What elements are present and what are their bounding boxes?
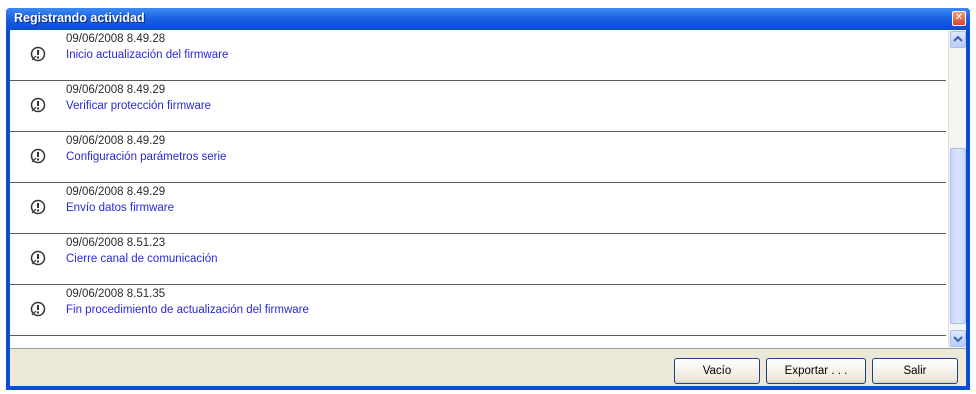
close-icon: ✕ <box>954 12 964 23</box>
exportar-button[interactable]: Exportar . . . <box>766 358 866 384</box>
log-entry[interactable]: 09/06/2008 8.49.29 Envío datos firmware <box>10 183 946 234</box>
log-timestamp: 09/06/2008 8.49.29 <box>66 135 166 147</box>
log-entry[interactable]: 09/06/2008 8.51.23 Cierre canal de comuni… <box>10 234 946 285</box>
close-button[interactable]: ✕ <box>952 11 966 26</box>
info-icon <box>30 250 46 266</box>
scroll-down-button[interactable] <box>950 330 966 347</box>
chevron-down-icon <box>953 336 963 343</box>
log-message: Verificar protección firmware <box>66 100 212 112</box>
log-message: Cierre canal de comunicación <box>66 253 218 265</box>
info-icon <box>30 199 46 215</box>
log-entry[interactable]: 09/06/2008 8.49.28 Inicio actualización d… <box>10 30 946 81</box>
log-entry[interactable]: 09/06/2008 8.51.35 Fin procedimiento de a… <box>10 285 946 336</box>
salir-button[interactable]: Salir <box>872 358 958 384</box>
log-message: Inicio actualización del firmware <box>66 49 229 61</box>
title-bar[interactable]: Registrando actividad ✕ <box>6 8 970 30</box>
log-window: Registrando actividad ✕ 09/06/2008 8.49.… <box>6 8 970 390</box>
vertical-scrollbar[interactable] <box>948 30 966 348</box>
info-icon <box>30 148 46 164</box>
info-icon <box>30 301 46 317</box>
log-message: Configuración parámetros serie <box>66 151 227 163</box>
chevron-up-icon <box>953 35 963 42</box>
log-entry[interactable]: 09/06/2008 8.49.29 Configuración parámetr… <box>10 132 946 183</box>
log-timestamp: 09/06/2008 8.51.23 <box>66 237 166 249</box>
scroll-up-button[interactable] <box>950 31 966 48</box>
log-message: Envío datos firmware <box>66 202 175 214</box>
scroll-thumb[interactable] <box>950 148 966 324</box>
window-title: Registrando actividad <box>14 11 145 25</box>
info-icon <box>30 46 46 62</box>
log-timestamp: 09/06/2008 8.49.29 <box>66 84 166 96</box>
log-items: 09/06/2008 8.49.28 Inicio actualización d… <box>10 30 946 336</box>
info-icon <box>30 97 46 113</box>
vacio-button[interactable]: Vacío <box>674 358 760 384</box>
log-message: Fin procedimiento de actualización del f… <box>66 304 309 316</box>
button-bar: Vacío Exportar . . . Salir <box>10 351 966 386</box>
dialog-client-area: 09/06/2008 8.49.28 Inicio actualización d… <box>10 30 966 386</box>
log-timestamp: 09/06/2008 8.49.29 <box>66 186 166 198</box>
log-timestamp: 09/06/2008 8.51.35 <box>66 288 166 300</box>
log-entry[interactable]: 09/06/2008 8.49.29 Verificar protección f… <box>10 81 946 132</box>
log-timestamp: 09/06/2008 8.49.28 <box>66 33 166 45</box>
activity-log-list[interactable]: 09/06/2008 8.49.28 Inicio actualización d… <box>10 30 966 349</box>
